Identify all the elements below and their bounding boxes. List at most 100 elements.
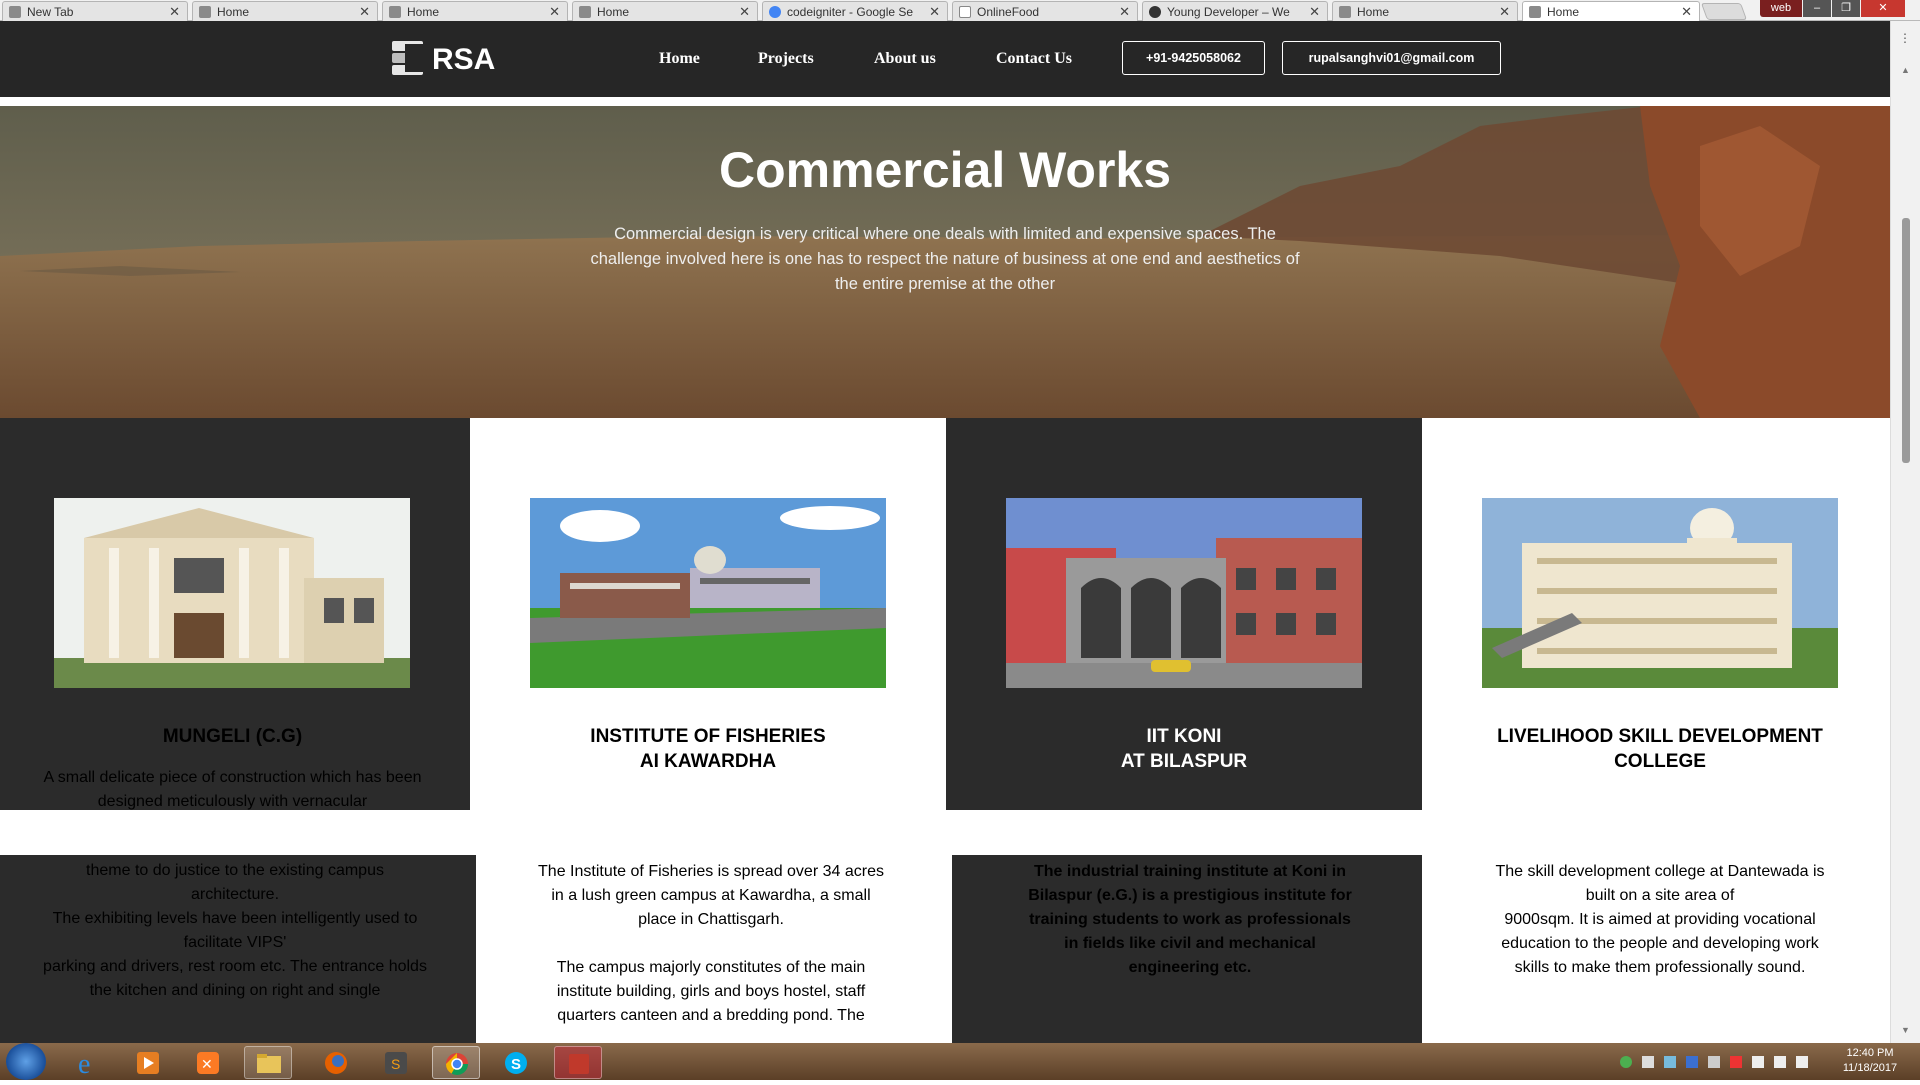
browser-tab[interactable]: OnlineFood ✕ [952,1,1138,21]
project-description: A small delicate piece of construction w… [43,769,422,810]
nav-contact-us[interactable]: Contact Us [996,50,1072,68]
nav-projects[interactable]: Projects [758,50,814,68]
svg-text:S: S [391,1056,400,1072]
close-tab-icon[interactable]: ✕ [549,4,560,20]
sublime-text-icon[interactable]: S [372,1046,420,1079]
scrollbar-thumb[interactable] [1902,218,1910,463]
google-icon [769,6,781,18]
project-description: The Institute of Fisheries is spread ove… [538,863,884,1024]
svg-text:✕: ✕ [201,1056,213,1072]
svg-text:S: S [511,1056,521,1073]
page-icon [9,6,21,18]
email-button[interactable]: rupalsanghvi01@gmail.com [1282,41,1501,75]
tray-app-icon[interactable] [1642,1056,1654,1068]
hero-description: Commercial design is very critical where… [590,225,1300,293]
browser-tab[interactable]: Home ✕ [382,1,568,21]
firefox-icon[interactable] [312,1046,360,1079]
tab-label: Home [1547,5,1580,19]
tab-label: Home [217,5,250,19]
flag-icon[interactable] [1752,1056,1764,1068]
taskbar-clock[interactable]: 12:40 PM 11/18/2017 [1830,1046,1910,1076]
maximize-icon[interactable]: ❐ [1832,0,1860,17]
page-scrollbar[interactable]: ⋮ ▲ ▼ [1890,21,1920,1043]
browser-tab-active[interactable]: Home ✕ [1522,1,1700,21]
close-window-icon[interactable]: ✕ [1861,0,1905,17]
page-icon [389,6,401,18]
browser-tab[interactable]: New Tab ✕ [2,1,188,21]
file-explorer-icon[interactable] [244,1046,292,1079]
project-description: The industrial training institute at Kon… [1028,863,1352,976]
tray-app-icon[interactable] [1664,1056,1676,1068]
clock-time: 12:40 PM [1846,1047,1894,1059]
tab-label: Home [407,5,440,19]
scroll-menu-icon[interactable]: ⋮ [1899,31,1911,45]
page-icon [579,6,591,18]
system-tray [1618,1054,1818,1070]
close-tab-icon[interactable]: ✕ [1119,4,1130,20]
site-navbar [0,21,1890,97]
close-tab-icon[interactable]: ✕ [929,4,940,20]
scroll-down-icon[interactable]: ▼ [1901,1025,1910,1035]
page-icon [959,6,971,18]
browser-tab[interactable]: Young Developer – We ✕ [1142,1,1328,21]
tray-app-icon[interactable] [1730,1056,1742,1068]
skype-icon[interactable]: S [492,1046,540,1079]
project-title: LIVELIHOOD SKILL DEVELOPMENT COLLEGE [1497,726,1823,772]
page-icon [1529,6,1541,18]
page-icon [1339,6,1351,18]
project-title: INSTITUTE OF FISHERIES AI KAWARDHA [590,726,826,772]
project-image-mungeli[interactable] [54,498,410,688]
browser-tab-strip: New Tab ✕ Home ✕ Home ✕ Home ✕ codeigniter -… [0,0,1920,21]
nav-home[interactable]: Home [659,50,700,68]
new-tab-button[interactable] [1700,3,1748,20]
profile-label: web [1770,2,1792,14]
xampp-icon[interactable]: ✕ [184,1046,232,1079]
close-tab-icon[interactable]: ✕ [1681,4,1692,20]
tray-app-icon[interactable] [1708,1056,1720,1068]
tab-label: Young Developer – We [1167,5,1290,19]
chrome-icon[interactable] [432,1046,480,1079]
scroll-up-icon[interactable]: ▲ [1901,65,1910,75]
close-tab-icon[interactable]: ✕ [1309,4,1320,20]
tray-app-icon[interactable] [1620,1056,1632,1068]
tab-label: OnlineFood [977,5,1040,19]
project-description-continued: theme to do justice to the existing camp… [43,862,427,999]
page-title: Commercial Works [718,142,1172,198]
network-icon[interactable] [1774,1056,1786,1068]
project-title: IIT KONI AT BILASPUR [1120,726,1248,772]
volume-icon[interactable] [1796,1056,1808,1068]
page-icon [199,6,211,18]
close-tab-icon[interactable]: ✕ [1499,4,1510,20]
close-tab-icon[interactable]: ✕ [739,4,750,20]
phone-button[interactable]: +91-9425058062 [1122,41,1265,75]
clock-date: 11/18/2017 [1842,1062,1898,1074]
bluetooth-icon[interactable] [1686,1056,1698,1068]
overlay-panel [4,810,476,855]
tab-label: Home [597,5,630,19]
browser-tab[interactable]: Home ✕ [192,1,378,21]
project-image-livelihood[interactable] [1482,498,1838,688]
browser-tab[interactable]: codeigniter - Google Se ✕ [762,1,948,21]
project-title: MUNGELI (C.G) [162,726,303,747]
page-icon [1149,6,1161,18]
tab-label: New Tab [27,5,74,19]
project-description: The skill development college at Dantewa… [1495,863,1825,976]
project-image-iit-koni[interactable] [1006,498,1362,688]
internet-explorer-icon[interactable]: e [64,1046,112,1080]
minimize-icon[interactable]: – [1803,0,1831,17]
profile-button[interactable]: web [1760,0,1802,17]
start-button-icon[interactable] [6,1043,46,1080]
tab-label: codeigniter - Google Se [787,5,914,19]
browser-tab[interactable]: Home ✕ [1332,1,1518,21]
nav-about-us[interactable]: About us [874,50,936,68]
close-tab-icon[interactable]: ✕ [169,4,180,20]
site-logo[interactable]: RSA [432,43,495,77]
close-tab-icon[interactable]: ✕ [359,4,370,20]
svg-text:e: e [78,1049,90,1079]
project-image-fisheries[interactable] [530,498,886,688]
presentation-app-icon[interactable] [554,1046,602,1079]
browser-tab[interactable]: Home ✕ [572,1,758,21]
media-player-icon[interactable] [124,1046,172,1079]
rsa-logo-icon[interactable] [391,40,424,76]
tab-label: Home [1357,5,1390,19]
